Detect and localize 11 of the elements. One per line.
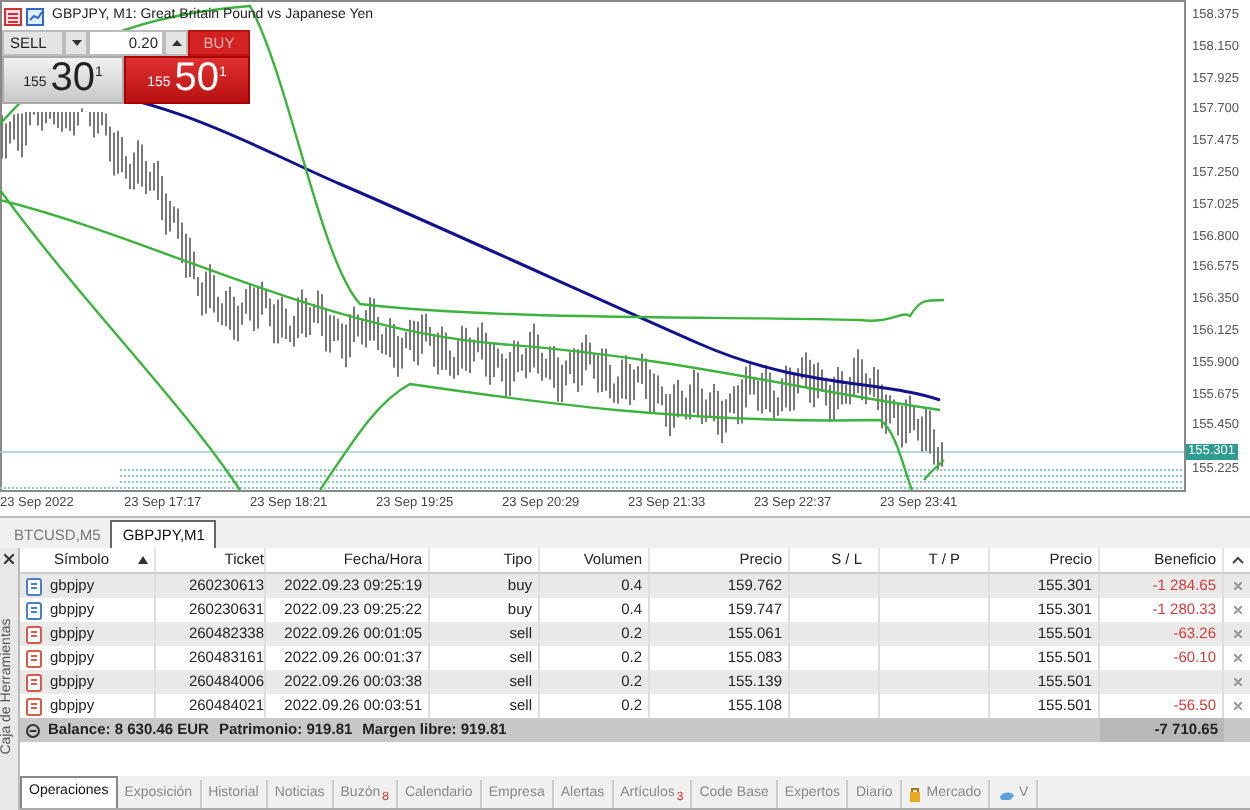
chart-type-icon[interactable] <box>26 7 44 26</box>
bag-icon <box>908 786 923 802</box>
chart-menu-icon[interactable] <box>4 7 22 26</box>
scroll-up-icon[interactable] <box>1231 556 1243 564</box>
caret-icon <box>71 40 81 46</box>
lot-decrease-button[interactable] <box>64 30 88 56</box>
close-icon[interactable] <box>4 554 14 564</box>
lot-increase-button[interactable] <box>164 30 188 56</box>
collapse-icon[interactable] <box>26 723 40 737</box>
cloud-icon <box>997 787 1016 801</box>
caret-icon <box>171 40 181 46</box>
